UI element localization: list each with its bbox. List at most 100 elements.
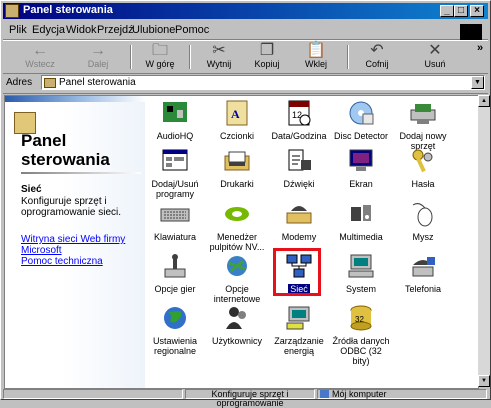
- toolbar-separator: [189, 45, 191, 69]
- delete-label: Usuń: [424, 59, 446, 69]
- applet-odbc-data-sources[interactable]: 32 Źródła danych ODBC (32 bity): [331, 303, 391, 366]
- add-hardware-icon: [407, 98, 439, 128]
- applet-fonts[interactable]: A Czcionki: [207, 98, 267, 141]
- applet-label: Opcje internetowe: [213, 284, 261, 304]
- forward-button[interactable]: → Dalej: [73, 42, 123, 72]
- selected-item-description: Konfiguruje sprzęt i oprogramowanie siec…: [21, 196, 122, 218]
- applet-label: Multimedia: [339, 232, 383, 242]
- applet-keyboard[interactable]: Klawiatura: [145, 199, 205, 242]
- menu-edit[interactable]: Edycja: [32, 24, 65, 36]
- undo-button[interactable]: ↶ Cofnij: [352, 42, 402, 72]
- address-input[interactable]: Panel sterowania ▼: [41, 75, 485, 90]
- applet-game-controllers[interactable]: Opcje gier: [145, 251, 205, 294]
- status-zone-label: Mój komputer: [332, 389, 387, 399]
- applet-display[interactable]: Ekran: [331, 146, 391, 189]
- paste-button[interactable]: 📋 Wklej: [291, 42, 341, 72]
- status-description: Konfiguruje sprzęt i oprogramowanie: [185, 389, 315, 408]
- applet-label: Źródła danych ODBC (32 bity): [332, 336, 390, 366]
- support-link[interactable]: Pomoc techniczna: [21, 256, 141, 267]
- applet-datetime[interactable]: 12 Data/Godzina: [269, 98, 329, 141]
- applet-nview-desktop-manager[interactable]: Menedżer pulpitów NV...: [207, 199, 267, 252]
- applet-mouse[interactable]: Mysz: [393, 199, 453, 242]
- divider: [21, 172, 141, 174]
- applet-users[interactable]: Użytkownicy: [207, 303, 267, 346]
- nvidia-icon: [221, 199, 253, 229]
- fonts-icon: A: [221, 98, 253, 128]
- menu-bar: Plik Edycja Widok Przejdź Ulubione Pomoc: [3, 21, 488, 40]
- internet-options-icon: [221, 251, 253, 281]
- toolbar-separator: [130, 45, 132, 69]
- up-button[interactable]: 🗀 W górę: [135, 42, 185, 72]
- cut-button[interactable]: ✂ Wytnij: [194, 42, 244, 72]
- close-button[interactable]: ×: [470, 5, 484, 17]
- globe-icon: [159, 303, 191, 333]
- paste-icon: 📋: [306, 42, 326, 59]
- decorative-banner: [5, 96, 145, 102]
- applet-label: Menedżer pulpitów NV...: [209, 232, 265, 252]
- applet-add-remove-programs[interactable]: Dodaj/Usuń programy: [145, 146, 205, 199]
- applet-label: Zarządzanie energią: [274, 336, 324, 356]
- odbc-icon: 32: [345, 303, 377, 333]
- applet-passwords[interactable]: Hasła: [393, 146, 453, 189]
- applet-label: AudioHQ: [156, 131, 194, 141]
- menu-help[interactable]: Pomoc: [175, 24, 209, 36]
- vertical-scrollbar[interactable]: ▲ ▼: [478, 95, 490, 387]
- applet-printers[interactable]: Drukarki: [207, 146, 267, 189]
- chevron-down-icon[interactable]: ▼: [471, 76, 484, 89]
- menu-favorites[interactable]: Ulubione: [132, 24, 175, 36]
- disc-detector-icon: [345, 98, 377, 128]
- scissors-icon: ✂: [212, 42, 226, 59]
- applet-regional-settings[interactable]: Ustawienia regionalne: [145, 303, 205, 356]
- scroll-down-icon[interactable]: ▼: [478, 375, 490, 387]
- more-chevron-icon[interactable]: »: [477, 42, 483, 54]
- folder-up-icon: 🗀: [151, 42, 168, 59]
- control-panel-icon: [44, 78, 56, 88]
- applet-label: Hasła: [411, 179, 435, 189]
- selected-item-name: Sieć: [21, 184, 42, 195]
- audiohq-icon: [159, 98, 191, 128]
- toolbar-separator: [347, 45, 349, 69]
- telephony-icon: [407, 251, 439, 281]
- maximize-button[interactable]: □: [454, 5, 468, 17]
- paste-label: Wklej: [305, 59, 327, 69]
- applet-disc-detector[interactable]: Disc Detector: [331, 98, 391, 141]
- undo-icon: ↶: [370, 42, 384, 59]
- applet-add-hardware[interactable]: Dodaj nowy sprzęt: [393, 98, 453, 151]
- title-bar[interactable]: Panel sterowania _ □ ×: [3, 3, 488, 19]
- menu-go[interactable]: Przejdź: [97, 24, 134, 36]
- applet-modems[interactable]: Modemy: [269, 199, 329, 242]
- delete-button[interactable]: ✕ Usuń: [410, 42, 460, 72]
- applet-label: Telefonia: [404, 284, 442, 294]
- applet-label: Data/Godzina: [271, 131, 327, 141]
- applet-label: Opcje gier: [154, 284, 196, 294]
- applet-sounds[interactable]: Dźwięki: [269, 146, 329, 189]
- applet-label: System: [345, 284, 376, 294]
- back-button[interactable]: ← Wstecz: [15, 42, 65, 72]
- up-label: W górę: [145, 59, 175, 69]
- applet-telephony[interactable]: Telefonia: [393, 251, 453, 294]
- copy-button[interactable]: ❐ Kopiuj: [242, 42, 292, 72]
- sounds-icon: [283, 146, 315, 176]
- applet-power-management[interactable]: Zarządzanie energią: [269, 303, 329, 356]
- applet-label: Użytkownicy: [211, 336, 262, 346]
- power-icon: [283, 303, 315, 333]
- address-value: Panel sterowania: [59, 77, 136, 88]
- modem-phone-icon: [283, 199, 315, 229]
- applet-multimedia[interactable]: Multimedia: [331, 199, 391, 242]
- applet-label: Ekran: [349, 179, 373, 189]
- svg-text:A: A: [231, 107, 240, 121]
- toolbar: ← Wstecz → Dalej 🗀 W górę ✂ Wytnij ❐ Kop…: [3, 40, 488, 74]
- control-panel-window: Panel sterowania _ □ × Plik Edycja Widok…: [0, 0, 491, 408]
- scroll-up-icon[interactable]: ▲: [478, 95, 490, 107]
- applet-system[interactable]: System: [331, 251, 391, 294]
- minimize-button[interactable]: _: [440, 5, 454, 17]
- microsoft-web-link[interactable]: Witryna sieci Web firmy Microsoft: [21, 234, 141, 256]
- undo-label: Cofnij: [365, 59, 389, 69]
- applet-internet-options[interactable]: Opcje internetowe: [207, 251, 267, 304]
- keyboard-icon: [159, 199, 191, 229]
- applet-audiohq[interactable]: AudioHQ: [145, 98, 205, 141]
- back-label: Wstecz: [25, 59, 55, 69]
- menu-file[interactable]: Plik: [9, 24, 27, 36]
- applet-label: Dodaj/Usuń programy: [151, 179, 199, 199]
- menu-view[interactable]: Widok: [66, 24, 97, 36]
